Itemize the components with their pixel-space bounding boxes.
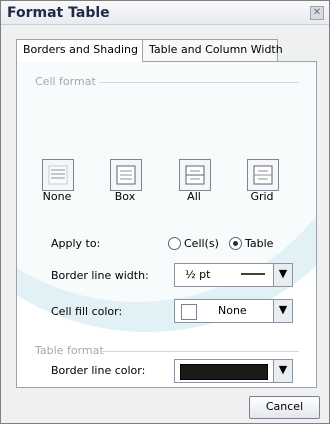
cell-fill-color-value: None (218, 304, 247, 317)
section-divider (102, 351, 299, 352)
preset-none-icon (48, 165, 68, 185)
apply-to-table-label: Table (245, 237, 274, 250)
preset-all-button[interactable] (179, 159, 211, 191)
preset-grid-icon (253, 165, 273, 185)
title-bar: Format Table ✕ (1, 1, 329, 25)
preset-grid-button[interactable] (247, 159, 279, 191)
table-format-section-label: Table format (35, 344, 104, 357)
apply-to-label: Apply to: (51, 237, 101, 250)
border-line-color-select[interactable]: ▼ (174, 359, 293, 383)
tab-panel: Cell format None Box All Grid Apply to: … (16, 61, 317, 388)
border-line-width-label: Border line width: (51, 269, 149, 282)
cell-fill-color-select[interactable]: None ▼ (174, 299, 293, 323)
apply-to-table-radio[interactable] (229, 237, 242, 250)
chevron-down-icon[interactable]: ▼ (273, 264, 292, 286)
dialog-title: Format Table (7, 5, 110, 21)
cell-fill-color-label: Cell fill color: (51, 305, 123, 318)
border-line-width-select[interactable]: ½ pt ▼ (174, 263, 293, 287)
apply-to-cells-label: Cell(s) (184, 237, 219, 250)
preset-none-label: None (42, 190, 72, 203)
color-swatch (180, 364, 268, 380)
preset-all-icon (185, 165, 205, 185)
tab-label: Table and Column Width (149, 43, 283, 56)
tab-borders-and-shading[interactable]: Borders and Shading (16, 39, 143, 62)
color-swatch (181, 304, 197, 320)
format-table-dialog: Format Table ✕ Borders and Shading Table… (0, 0, 330, 424)
cell-format-section-label: Cell format (35, 75, 96, 88)
border-line-width-value: ½ pt (185, 268, 211, 281)
tab-table-and-column-width[interactable]: Table and Column Width (142, 39, 283, 61)
preset-box-label: Box (114, 190, 136, 203)
chevron-down-icon[interactable]: ▼ (273, 360, 292, 382)
apply-to-cells-radio[interactable] (168, 237, 181, 250)
section-divider (99, 82, 299, 83)
preset-none-button[interactable] (42, 159, 74, 191)
preset-box-button[interactable] (110, 159, 142, 191)
tab-label: Borders and Shading (23, 43, 138, 56)
line-preview (241, 273, 265, 275)
border-line-color-label: Border line color: (51, 364, 146, 377)
preset-all-label: All (187, 190, 201, 203)
chevron-down-icon[interactable]: ▼ (273, 300, 292, 322)
preset-grid-label: Grid (250, 190, 274, 203)
cancel-button[interactable]: Cancel (249, 396, 320, 419)
preset-box-icon (116, 165, 136, 185)
close-icon[interactable]: ✕ (310, 6, 324, 20)
